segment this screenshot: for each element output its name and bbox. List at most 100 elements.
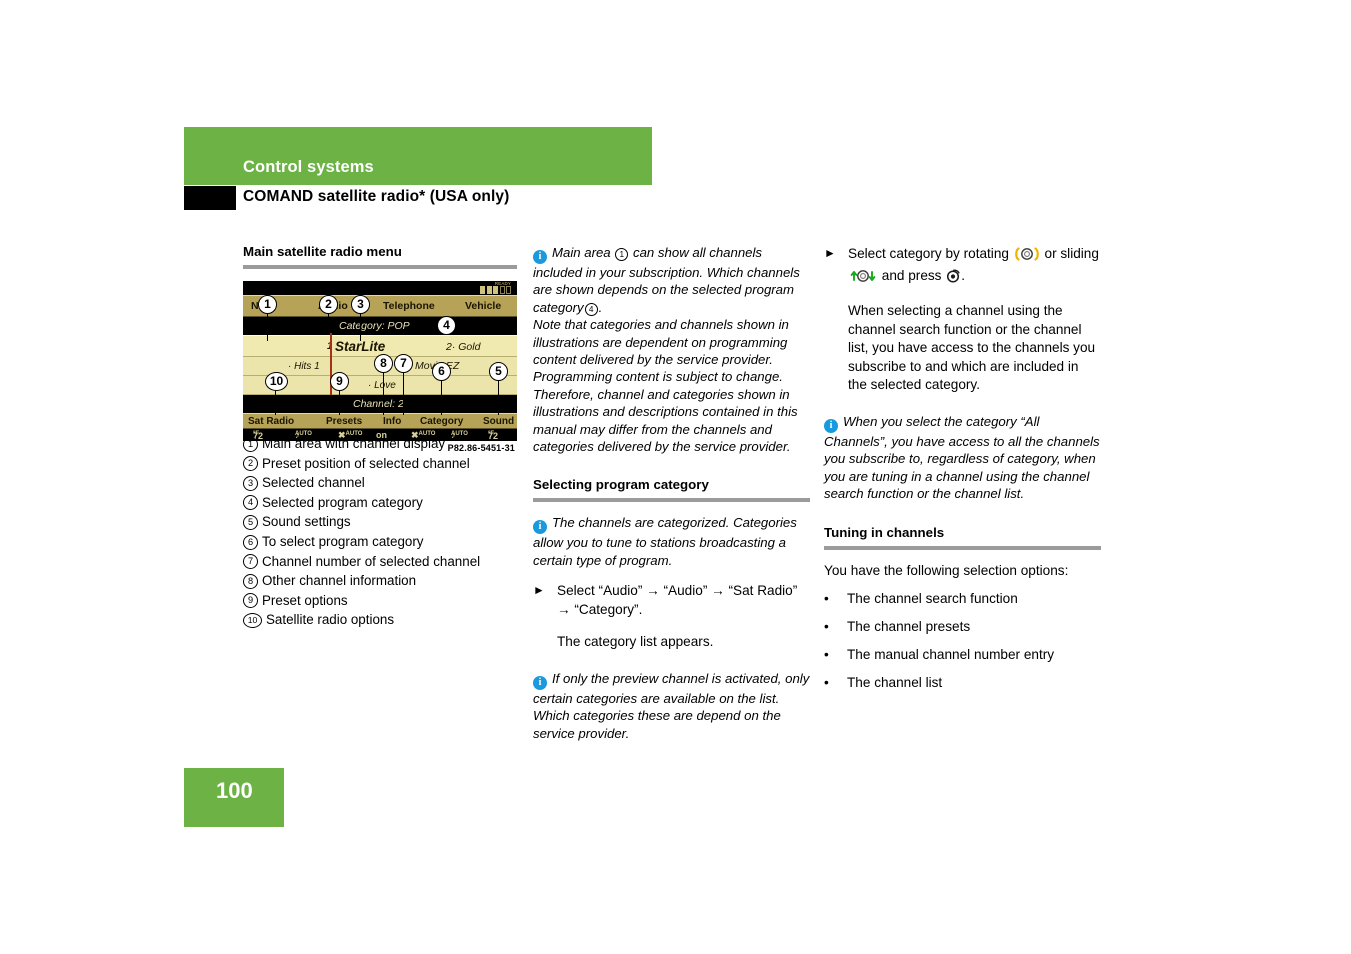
softkey-sound[interactable]: Sound <box>483 416 514 427</box>
step-arrow-icon: ► <box>533 583 545 598</box>
legend-label-9: Preset options <box>262 592 348 608</box>
callout-10: 10 <box>265 371 288 391</box>
figure-legend-list: 1 Main area with channel display 2 Prese… <box>243 434 523 630</box>
leader-line-2 <box>328 312 330 333</box>
step-suffix-text: and press <box>881 268 942 283</box>
legend-label-1: Main area with channel display <box>262 436 446 451</box>
step-prefix-text: Select category by rotating <box>848 246 1009 261</box>
step-knob-text: Select category by rotating or sliding a… <box>848 244 1101 288</box>
leader-line-4 <box>415 324 437 327</box>
bullet-icon: • <box>824 591 829 607</box>
info-icon: i <box>533 675 547 690</box>
info-icon: i <box>533 520 547 535</box>
legend-label-10: Satellite radio options <box>266 612 395 628</box>
press-controller-icon <box>946 269 960 288</box>
step-select-text: Select “Audio” → “Audio” → “Sat Radio” →… <box>557 583 798 618</box>
right-column: ► Select category by rotating or sliding <box>824 244 1101 692</box>
ready-label: READY <box>494 280 511 286</box>
legend-number-2: 2 <box>243 456 258 472</box>
channel-row3-left: · Love <box>368 379 396 391</box>
leader-line-9 <box>339 390 341 415</box>
rotate-controller-icon <box>1014 247 1040 266</box>
legend-item-6: 6 To select program category <box>243 532 523 551</box>
chapter-thumb-index-marker <box>184 186 236 210</box>
display-status-bar: READY <box>243 280 517 295</box>
leader-line-10 <box>275 390 277 415</box>
middle-column: i Main area 1 can show all channels inclu… <box>533 244 810 742</box>
note1-part3: . <box>598 299 603 315</box>
legend-item-9: 9 Preset options <box>243 591 523 610</box>
legend-item-10: 10 Satellite radio options <box>243 610 523 629</box>
softkey-info[interactable]: Info <box>383 416 401 427</box>
middle-subheading: Selecting program category <box>533 477 709 493</box>
note1-part1: Main area <box>552 245 611 260</box>
channel-row1-right: 2· Gold <box>446 340 481 353</box>
leader-line-3 <box>360 312 362 341</box>
note-main-area: i Main area 1 can show all channels inclu… <box>533 244 810 316</box>
legend-item-5: 5 Sound settings <box>243 512 523 531</box>
softkey-category[interactable]: Category <box>420 416 463 427</box>
leader-line-5 <box>498 380 500 415</box>
list-item: • The channel search function <box>824 589 1101 608</box>
legend-label-2: Preset position of selected channel <box>262 455 470 471</box>
legend-item-7: 7 Channel number of selected channel <box>243 552 523 571</box>
reception-indicator: READY <box>472 280 512 295</box>
info-icon: i <box>824 418 838 433</box>
legend-number-4: 4 <box>243 495 258 511</box>
legend-number-8: 8 <box>243 573 258 589</box>
selected-channel-name: StarLite <box>335 338 386 354</box>
legend-number-3: 3 <box>243 475 258 491</box>
subheading-rule <box>243 264 517 269</box>
legend-label-7: Channel number of selected channel <box>262 553 481 569</box>
legend-item-1: 1 Main area with channel display <box>243 434 523 453</box>
display-softkey-bar: Sat Radio Presets Info Category Sound <box>243 412 517 429</box>
note-categories: i The channels are categorized. Categorie… <box>533 514 810 569</box>
menu-item-telephone[interactable]: Telephone <box>383 300 435 312</box>
step-select-category-knob: ► Select category by rotating or sliding <box>824 244 1101 288</box>
bullet-label-3: The manual channel number entry <box>847 647 1055 663</box>
channel-number-value: Channel: 2 <box>353 397 404 410</box>
comand-screen-figure: READY Navi Audio Telephone Vehicle Categ… <box>243 280 517 453</box>
note-all-channels: i When you select the category “All Chann… <box>824 413 1101 503</box>
callout-9: 9 <box>330 371 349 391</box>
legend-number-6: 6 <box>243 534 258 550</box>
right-subheading-rule <box>824 545 1101 550</box>
legend-label-3: Selected channel <box>262 475 365 491</box>
callout-4: 4 <box>437 315 456 335</box>
legend-number-7: 7 <box>243 554 258 570</box>
bullet-icon: • <box>824 647 829 663</box>
page-number: 100 <box>216 778 253 803</box>
chapter-title: Control systems <box>243 158 374 176</box>
leader-line-7 <box>403 372 405 415</box>
category-value: Category: POP <box>339 319 410 332</box>
list-item: • The channel presets <box>824 617 1101 636</box>
left-column: Main satellite radio menu READY Navi Aud… <box>243 244 517 628</box>
note-all-channels-text: When you select the category “All Channe… <box>824 413 1100 502</box>
legend-label-5: Sound settings <box>262 514 351 530</box>
softkey-presets[interactable]: Presets <box>326 416 362 427</box>
step-end-text: . <box>961 268 966 283</box>
callout-1: 1 <box>258 294 277 314</box>
footer-page-block: 100 <box>184 768 284 827</box>
display-category-line: Category: POP <box>243 316 517 335</box>
softkey-sat-radio[interactable]: Sat Radio <box>248 416 294 427</box>
legend-label-6: To select program category <box>262 533 424 549</box>
left-subheading: Main satellite radio menu <box>243 244 402 259</box>
bullet-label-4: The channel list <box>847 675 943 691</box>
info-icon: i <box>533 250 547 264</box>
legend-label-4: Selected program category <box>262 494 423 510</box>
section-title: COMAND satellite radio* (USA only) <box>243 188 510 205</box>
slide-controller-icon <box>849 269 877 288</box>
bullet-icon: • <box>824 619 829 635</box>
note-preview-channel: i If only the preview channel is activate… <box>533 670 810 742</box>
leader-line-8 <box>383 372 385 415</box>
legend-number-10: 10 <box>243 612 262 628</box>
list-item: • The channel list <box>824 673 1101 692</box>
legend-item-8: 8 Other channel information <box>243 571 523 590</box>
selection-options-intro: You have the following selection options… <box>824 562 1069 578</box>
menu-item-vehicle[interactable]: Vehicle <box>465 300 501 312</box>
bullet-icon: • <box>824 675 829 691</box>
paragraph-channel-access: When selecting a channel using the chann… <box>848 303 1096 393</box>
step-mid-text: or sliding <box>1044 246 1099 261</box>
display-menu-bar: Navi Audio Telephone Vehicle <box>243 294 517 317</box>
